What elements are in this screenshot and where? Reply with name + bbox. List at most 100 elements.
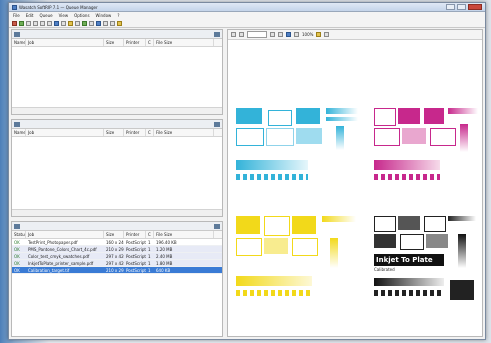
row-size: 297 x 420 — [106, 260, 124, 266]
vertical-ramp — [330, 238, 338, 268]
row-size: 210 x 297 — [106, 246, 124, 252]
refresh-icon[interactable] — [82, 20, 87, 26]
row-printer: PostScript — [126, 260, 146, 266]
save-icon[interactable] — [68, 20, 73, 26]
col-name[interactable]: Name — [12, 39, 26, 46]
col-job[interactable]: Job — [26, 231, 104, 238]
row-file-size: 640 KB — [156, 267, 171, 273]
row-file-size: 1.80 MB — [156, 260, 173, 266]
arrow-right-icon[interactable] — [33, 20, 38, 26]
col-printer[interactable]: Printer — [124, 129, 146, 136]
vertical-ramp — [336, 126, 344, 150]
app-icon — [12, 4, 17, 10]
preview-sheet-cyan — [236, 108, 358, 192]
vertical-ramp — [460, 124, 468, 152]
queue-icon — [14, 31, 20, 37]
queue-pane-3: Status Job Size Printer C File Size OK T… — [11, 221, 223, 337]
queue-icon — [14, 121, 20, 127]
col-file-size[interactable]: File Size — [154, 39, 214, 46]
zoom-level[interactable]: 100% — [302, 32, 313, 37]
vertical-ramp — [458, 234, 466, 268]
row-copies: 1 — [148, 239, 151, 245]
arrow-left-icon[interactable] — [26, 20, 31, 26]
stop-icon[interactable] — [12, 20, 17, 26]
col-copies[interactable]: C — [146, 231, 154, 238]
col-job[interactable]: Job — [26, 129, 104, 136]
zoom-in-icon[interactable] — [286, 32, 291, 37]
col-printer[interactable]: Printer — [124, 39, 146, 46]
col-size[interactable]: Size — [104, 231, 124, 238]
test-pattern — [374, 216, 396, 232]
col-size[interactable]: Size — [104, 129, 124, 136]
row-file-size: 196.40 KB — [156, 239, 177, 245]
menu-view[interactable]: View — [59, 13, 69, 18]
row-printer: PostScript — [126, 239, 146, 245]
arrow-down-icon[interactable] — [47, 20, 52, 26]
gradient-strip — [448, 216, 476, 221]
queue-icon — [14, 223, 20, 229]
test-pattern — [236, 128, 264, 146]
col-name[interactable]: Name — [12, 129, 26, 136]
tone-scale — [374, 290, 444, 296]
last-page-icon[interactable] — [278, 32, 283, 37]
table-row[interactable]: OK PMS_Pantone_Colors_Chart_4c.pdf 210 x… — [12, 246, 222, 253]
menu-edit[interactable]: Edit — [26, 13, 34, 18]
close-button[interactable] — [468, 4, 482, 10]
tone-scale — [374, 174, 440, 180]
row-copies: 1 — [148, 246, 151, 252]
layout-icon[interactable] — [96, 20, 101, 26]
col-copies[interactable]: C — [146, 129, 154, 136]
maximize-button[interactable] — [457, 4, 466, 10]
zoom-out-icon[interactable] — [294, 32, 299, 37]
swatch-block — [398, 216, 420, 230]
menu-queue[interactable]: Queue — [39, 13, 52, 18]
table-row[interactable]: OK TestPrint_Photopaper.pdf 160 x 240 Po… — [12, 239, 222, 246]
gradient-bar — [236, 160, 308, 170]
open-folder-icon[interactable] — [61, 20, 66, 26]
col-copies[interactable]: C — [146, 39, 154, 46]
rotate-icon[interactable] — [324, 32, 330, 37]
page-number-field[interactable] — [247, 31, 267, 38]
test-pattern — [236, 238, 262, 256]
menu-file[interactable]: File — [13, 13, 20, 18]
pane-settings-icon[interactable] — [214, 223, 220, 229]
row-file-size: 2.40 MB — [156, 253, 173, 259]
help-icon[interactable] — [117, 20, 122, 26]
menu-window[interactable]: Window — [96, 13, 112, 18]
col-file-size[interactable]: File Size — [154, 129, 214, 136]
properties-icon[interactable] — [89, 20, 94, 26]
table-row[interactable]: OK InkjetToPlate_printer_sample.pdf 297 … — [12, 260, 222, 267]
horizontal-scrollbar[interactable] — [12, 107, 222, 114]
title-bar[interactable]: Wasatch SoftRIP 7.1 — Queue Manager — [9, 3, 485, 12]
test-pattern — [424, 216, 446, 232]
next-page-icon[interactable] — [270, 32, 275, 37]
row-job: Color_test_cmyk_swatches.pdf — [28, 253, 90, 259]
col-size[interactable]: Size — [104, 39, 124, 46]
swatch-block — [236, 108, 262, 124]
test-pattern — [430, 128, 456, 146]
pane-header — [12, 120, 222, 129]
play-icon[interactable] — [19, 20, 24, 26]
pane-settings-icon[interactable] — [214, 31, 220, 37]
test-pattern — [374, 108, 396, 126]
horizontal-scrollbar[interactable] — [12, 209, 222, 216]
column-headers: Name Job Size Printer C File Size — [12, 39, 222, 47]
col-file-size[interactable]: File Size — [154, 231, 214, 238]
col-printer[interactable]: Printer — [124, 231, 146, 238]
prev-page-icon[interactable] — [239, 32, 244, 37]
zoom-icon[interactable] — [103, 20, 108, 26]
minimize-button[interactable] — [446, 4, 455, 10]
menu-help[interactable]: ? — [117, 13, 119, 18]
col-job[interactable]: Job — [26, 39, 104, 46]
settings-icon[interactable] — [110, 20, 115, 26]
table-row[interactable]: OK Color_test_cmyk_swatches.pdf 297 x 42… — [12, 253, 222, 260]
first-page-icon[interactable] — [231, 32, 236, 37]
pane-settings-icon[interactable] — [214, 121, 220, 127]
delete-icon[interactable] — [75, 20, 80, 26]
fit-page-icon[interactable] — [316, 32, 322, 37]
table-row-selected[interactable]: OK Calibration_target.tif 210 x 297 Post… — [12, 267, 222, 274]
menu-options[interactable]: Options — [74, 13, 89, 18]
col-status[interactable]: Status — [12, 231, 26, 238]
print-icon[interactable] — [54, 20, 59, 26]
arrow-up-icon[interactable] — [40, 20, 45, 26]
